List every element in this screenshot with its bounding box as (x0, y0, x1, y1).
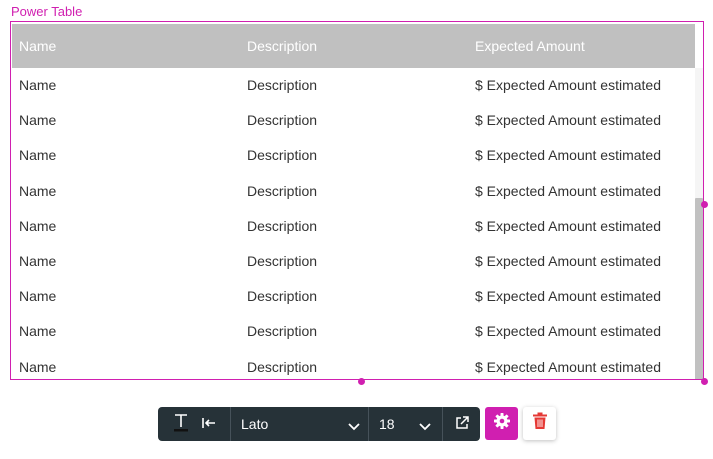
widget-label: Power Table (11, 4, 83, 19)
text-color-icon (172, 413, 190, 436)
chevron-down-icon (348, 419, 360, 435)
gear-icon (493, 412, 511, 435)
format-toolbar: Lato 18 (158, 407, 480, 441)
font-family-select[interactable]: Lato (232, 407, 368, 441)
chevron-down-icon (419, 419, 431, 435)
delete-button[interactable] (523, 407, 556, 440)
editor-canvas: Power Table Name Description Expected Am… (0, 0, 713, 459)
font-size-value: 18 (379, 416, 395, 432)
indent-left-icon (201, 416, 217, 433)
resize-handle-corner[interactable] (701, 378, 708, 385)
settings-button[interactable] (485, 407, 518, 440)
trash-icon (532, 412, 548, 435)
resize-handle-right[interactable] (701, 201, 708, 208)
font-size-select[interactable]: 18 (369, 407, 441, 441)
resize-handle-bottom[interactable] (358, 378, 365, 385)
indent-button[interactable] (196, 407, 222, 441)
font-family-value: Lato (241, 416, 269, 432)
selection-frame (10, 21, 704, 380)
text-color-button[interactable] (168, 407, 194, 441)
external-link-icon (454, 415, 470, 434)
open-link-button[interactable] (448, 407, 476, 441)
